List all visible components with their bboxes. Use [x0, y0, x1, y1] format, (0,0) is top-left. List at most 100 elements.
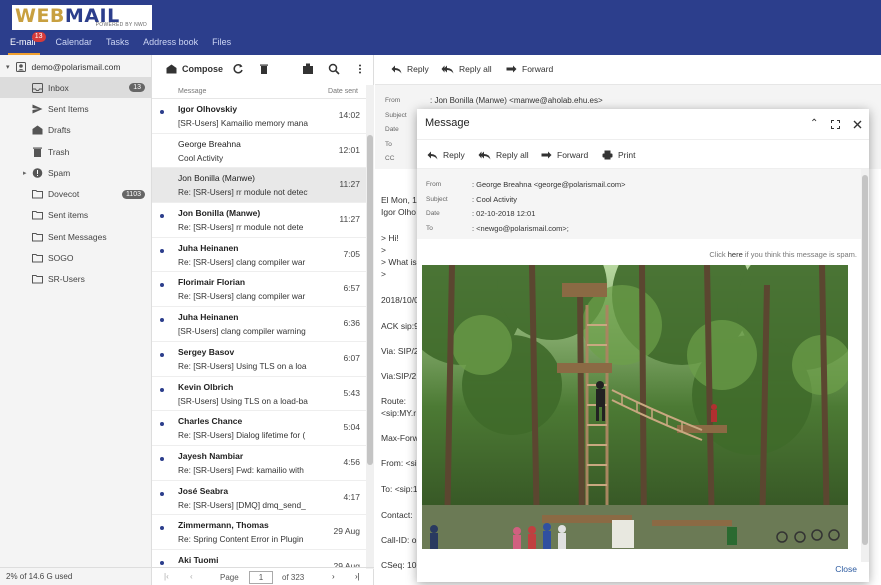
- unread-dot-icon[interactable]: [160, 283, 164, 288]
- scroll-thumb[interactable]: [862, 175, 868, 545]
- folder-dovecot[interactable]: Dovecot 1103: [0, 183, 151, 204]
- nav-tasks[interactable]: Tasks: [106, 37, 129, 55]
- unread-dot-icon[interactable]: [160, 352, 164, 357]
- message-date: 12:01: [338, 144, 360, 155]
- compose-button[interactable]: Compose: [166, 64, 223, 74]
- from-value: : George Breahna <george@polarismail.com…: [472, 180, 626, 189]
- nav-files[interactable]: Files: [212, 37, 231, 55]
- unread-dot-icon[interactable]: [160, 214, 164, 219]
- page-input[interactable]: 1: [249, 571, 273, 584]
- unread-dot-icon[interactable]: [160, 491, 164, 496]
- unread-dot-icon[interactable]: [160, 248, 164, 253]
- message-date: 7:05: [343, 248, 360, 259]
- message-row[interactable]: Jayesh Nambiar Re: [SR-Users] Fwd: kamail…: [152, 446, 366, 481]
- list-header: Message Date sent: [152, 85, 366, 99]
- message-row[interactable]: Kevin Olbrich [SR-Users] Using TLS on a l…: [152, 377, 366, 412]
- message-row[interactable]: Zimmermann, Thomas Re: Spring Content Err…: [152, 515, 366, 550]
- first-page-icon[interactable]: |‹: [164, 572, 169, 581]
- folder-trash[interactable]: Trash: [0, 141, 151, 162]
- message-date: 6:57: [343, 283, 360, 294]
- body-line: El Mon, 1: [381, 195, 417, 205]
- folder-sr-users[interactable]: SR-Users: [0, 269, 151, 290]
- dialog-scrollbar[interactable]: [861, 169, 869, 562]
- unread-dot-icon[interactable]: [160, 387, 164, 392]
- scroll-thumb[interactable]: [367, 135, 373, 465]
- collapse-icon[interactable]: ▾: [6, 63, 10, 71]
- list-scrollbar[interactable]: [366, 85, 374, 569]
- unread-dot-icon[interactable]: [160, 560, 164, 565]
- next-page-icon[interactable]: ›: [332, 572, 335, 581]
- folder-list: Inbox 13 Sent Items Drafts Trash ▸ Spam …: [0, 77, 151, 290]
- inbox-icon: [32, 82, 43, 93]
- unread-dot-icon[interactable]: [160, 456, 164, 461]
- prev-page-icon[interactable]: ‹: [190, 572, 193, 581]
- unread-dot-icon[interactable]: [160, 422, 164, 427]
- forward-button[interactable]: Forward: [506, 64, 553, 74]
- message-row[interactable]: Igor Olhovskiy [SR-Users] Kamailio memory…: [152, 99, 366, 134]
- pagination: |‹ ‹ Page 1 of 323 › ›|: [152, 567, 374, 585]
- unread-dot-icon[interactable]: [160, 526, 164, 531]
- folder-sent-messages[interactable]: Sent Messages: [0, 226, 151, 247]
- maximize-icon[interactable]: [831, 120, 840, 129]
- message-sender: Juha Heinanen: [178, 312, 239, 323]
- message-row[interactable]: George Breahna Cool Activity 12:01: [152, 134, 366, 169]
- folder-sent-items-2[interactable]: Sent items: [0, 205, 151, 226]
- body-line: Max-Forw: [381, 433, 419, 443]
- column-message[interactable]: Message: [178, 88, 206, 95]
- message-sender: Jon Bonilla (Manwe): [178, 208, 261, 219]
- more-options-icon[interactable]: [354, 63, 366, 75]
- delete-icon[interactable]: [258, 63, 270, 75]
- dialog-forward-button[interactable]: Forward: [541, 150, 588, 160]
- spam-here-link[interactable]: here: [728, 250, 743, 259]
- unread-dot-icon[interactable]: [160, 318, 164, 323]
- search-icon[interactable]: [328, 63, 340, 75]
- message-sender: José Seabra: [178, 485, 229, 496]
- dialog-reply-all-button[interactable]: Reply all: [478, 150, 529, 160]
- date-label: Date: [426, 210, 440, 217]
- folder-spam[interactable]: ▸ Spam: [0, 162, 151, 183]
- dialog-reply-button[interactable]: Reply: [427, 150, 465, 160]
- nav-email[interactable]: E-mail 13: [8, 32, 46, 55]
- column-date[interactable]: Date sent: [328, 88, 358, 95]
- folder-sogo[interactable]: SOGO: [0, 247, 151, 268]
- refresh-icon[interactable]: [232, 63, 244, 75]
- folder-icon: [32, 232, 43, 242]
- message-row[interactable]: Juha Heinanen Re: [SR-Users] clang compil…: [152, 238, 366, 273]
- move-to-folder-icon[interactable]: [302, 63, 314, 75]
- unread-dot-icon[interactable]: [160, 110, 164, 114]
- reply-label: Reply: [443, 150, 465, 160]
- collapse-up-icon[interactable]: ⌃: [810, 118, 818, 129]
- webmail-logo[interactable]: WEBMAIL POWERED BY NWD: [12, 5, 152, 30]
- folder-count: 1103: [121, 189, 145, 199]
- message-row[interactable]: Florimair Florian Re: [SR-Users] clang co…: [152, 272, 366, 308]
- account-row[interactable]: ▾ demo@polarismail.com: [6, 59, 120, 75]
- message-row[interactable]: Jon Bonilla (Manwe) Re: [SR-Users] rr mod…: [152, 168, 366, 204]
- message-row[interactable]: Jon Bonilla (Manwe) Re: [SR-Users] rr mod…: [152, 203, 366, 238]
- message-sender: Kevin Olbrich: [178, 381, 234, 392]
- message-subject: Re: Spring Content Error in Plugin: [178, 534, 304, 545]
- body-line: > Hi!: [381, 233, 399, 243]
- nav-calendar[interactable]: Calendar: [56, 37, 93, 55]
- message-row[interactable]: Aki Tuomi 29 Aug: [152, 550, 366, 567]
- message-subject: Re: [SR-Users] rr module not detecti: [178, 187, 308, 198]
- folder-inbox[interactable]: Inbox 13: [0, 77, 151, 99]
- close-button[interactable]: Close: [835, 564, 857, 574]
- logo-web: WEB: [15, 5, 65, 27]
- message-row[interactable]: José Seabra Re: [SR-Users] [DMQ] dmq_send…: [152, 481, 366, 516]
- expand-icon[interactable]: ▸: [23, 169, 27, 177]
- folder-sent-items[interactable]: Sent Items: [0, 98, 151, 119]
- close-icon[interactable]: [853, 120, 862, 129]
- nav-address-book[interactable]: Address book: [143, 37, 198, 55]
- folder-drafts[interactable]: Drafts: [0, 120, 151, 141]
- reply-all-button[interactable]: Reply all: [441, 64, 492, 74]
- message-row[interactable]: Juha Heinanen [SR-Users] clang compiler w…: [152, 307, 366, 342]
- body-line: To: <sip:1: [381, 484, 418, 494]
- body-line: >: [381, 269, 386, 279]
- spam-icon: [32, 168, 43, 178]
- dialog-print-button[interactable]: Print: [602, 150, 635, 160]
- message-row[interactable]: Charles Chance Re: [SR-Users] Dialog life…: [152, 411, 366, 446]
- reply-button[interactable]: Reply: [391, 64, 429, 74]
- last-page-icon[interactable]: ›|: [355, 572, 360, 581]
- body-line: <sip:MY.r: [381, 408, 417, 418]
- message-row[interactable]: Sergey Basov Re: [SR-Users] Using TLS on …: [152, 342, 366, 377]
